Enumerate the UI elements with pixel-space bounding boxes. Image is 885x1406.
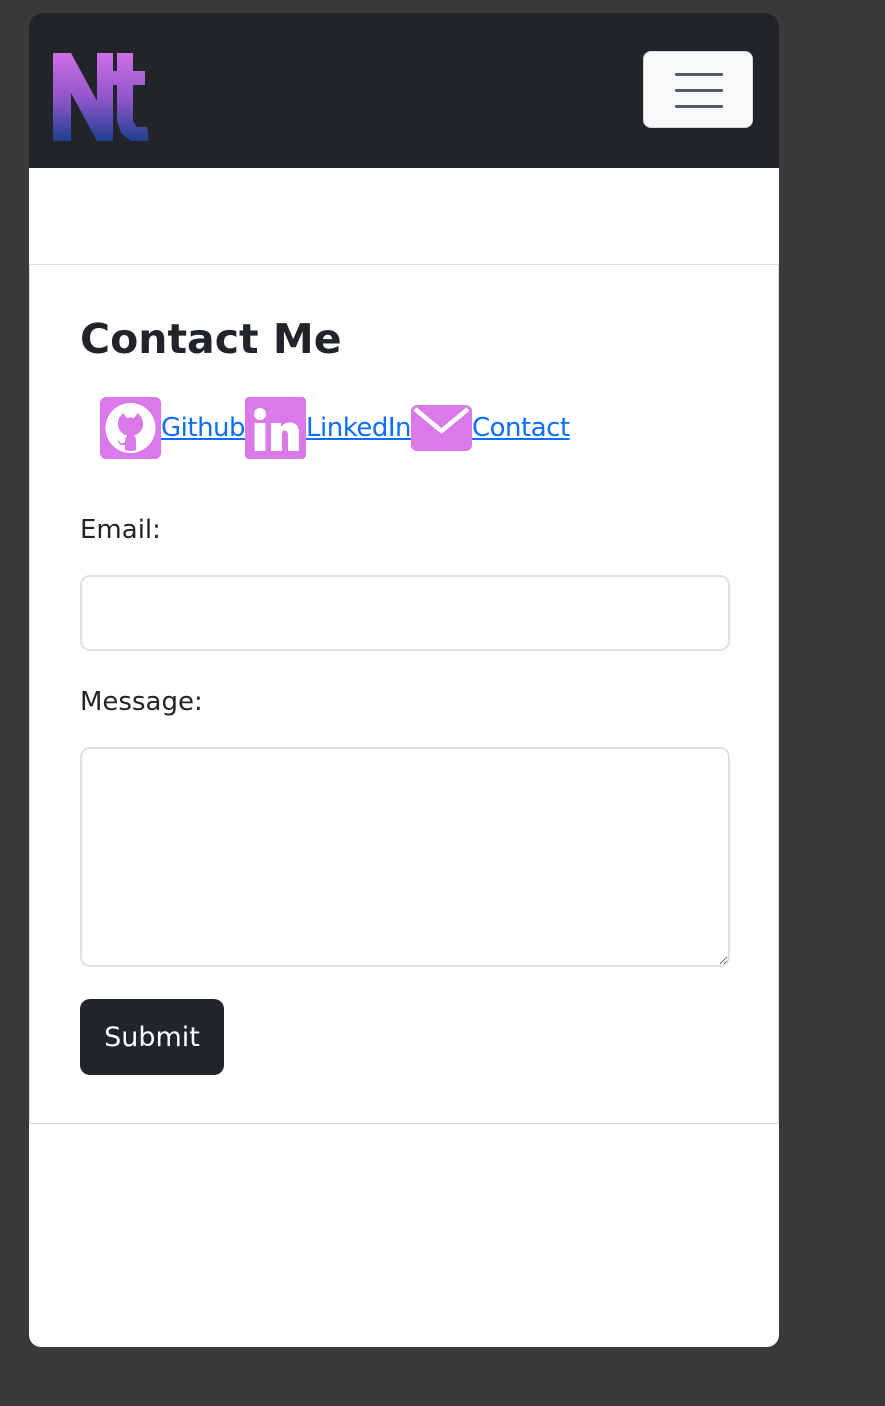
email-field[interactable] xyxy=(80,575,730,651)
navbar-toggler-button[interactable] xyxy=(643,51,753,128)
message-field[interactable] xyxy=(80,747,730,967)
linkedin-link[interactable]: LinkedIn xyxy=(245,397,411,459)
contact-link[interactable]: Contact xyxy=(411,405,570,451)
hamburger-menu-icon xyxy=(675,73,723,76)
email-label: Email: xyxy=(80,515,161,545)
linkedin-icon xyxy=(245,397,307,459)
nt-logo-icon[interactable] xyxy=(51,49,151,145)
submit-button[interactable]: Submit xyxy=(80,999,224,1075)
github-link-label: Github xyxy=(161,413,246,443)
envelope-icon xyxy=(411,405,472,451)
social-links: Github LinkedIn Contact xyxy=(100,397,570,459)
app-frame: Contact Me Github LinkedIn Contact Email… xyxy=(29,13,779,1347)
github-link[interactable]: Github xyxy=(100,397,246,459)
contact-card: Contact Me Github LinkedIn Contact Email… xyxy=(29,264,779,1124)
message-label: Message: xyxy=(80,687,203,717)
github-icon xyxy=(100,397,161,459)
navbar xyxy=(29,13,779,168)
contact-link-label: Contact xyxy=(472,413,570,443)
page-title: Contact Me xyxy=(80,315,342,363)
linkedin-link-label: LinkedIn xyxy=(306,413,411,443)
